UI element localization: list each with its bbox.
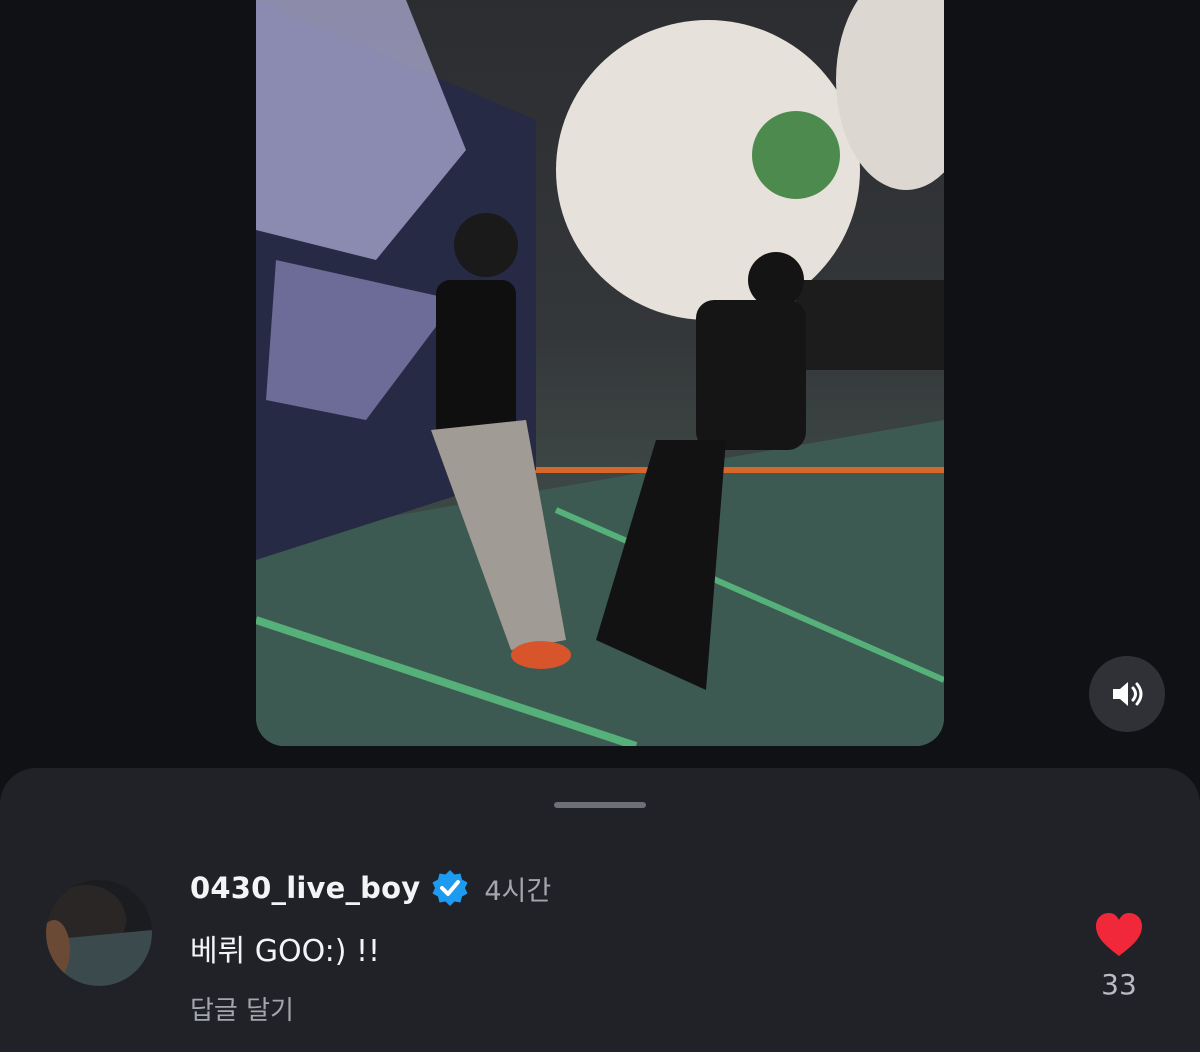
- video-player[interactable]: [256, 0, 944, 746]
- avatar[interactable]: [46, 880, 152, 986]
- comment-body: 0430_live_boy 4시간 베뤼 GOO:) !! 답글 달기: [190, 868, 551, 1027]
- comments-sheet: 0430_live_boy 4시간 베뤼 GOO:) !! 답글 달기 33: [0, 768, 1200, 1052]
- sound-toggle-button[interactable]: [1089, 656, 1165, 732]
- heart-icon[interactable]: [1094, 912, 1144, 958]
- comment-text: 베뤼 GOO:) !!: [190, 934, 381, 969]
- comment-item: 0430_live_boy 4시간 베뤼 GOO:) !! 답글 달기 33: [0, 868, 1200, 1028]
- reply-button[interactable]: 답글 달기: [190, 990, 551, 1027]
- like-control: 33: [1088, 912, 1150, 1001]
- video-area: [0, 0, 1200, 770]
- speaker-icon: [1113, 682, 1143, 706]
- comment-username[interactable]: 0430_live_boy: [190, 871, 420, 905]
- sheet-drag-handle[interactable]: [554, 802, 646, 808]
- comment-meta: 0430_live_boy 4시간: [190, 868, 551, 908]
- avatar-image: [46, 880, 152, 986]
- video-frame: [256, 0, 944, 746]
- comment-timestamp: 4시간: [484, 875, 552, 907]
- verified-badge-icon: [430, 868, 470, 908]
- like-count: 33: [1101, 968, 1137, 1001]
